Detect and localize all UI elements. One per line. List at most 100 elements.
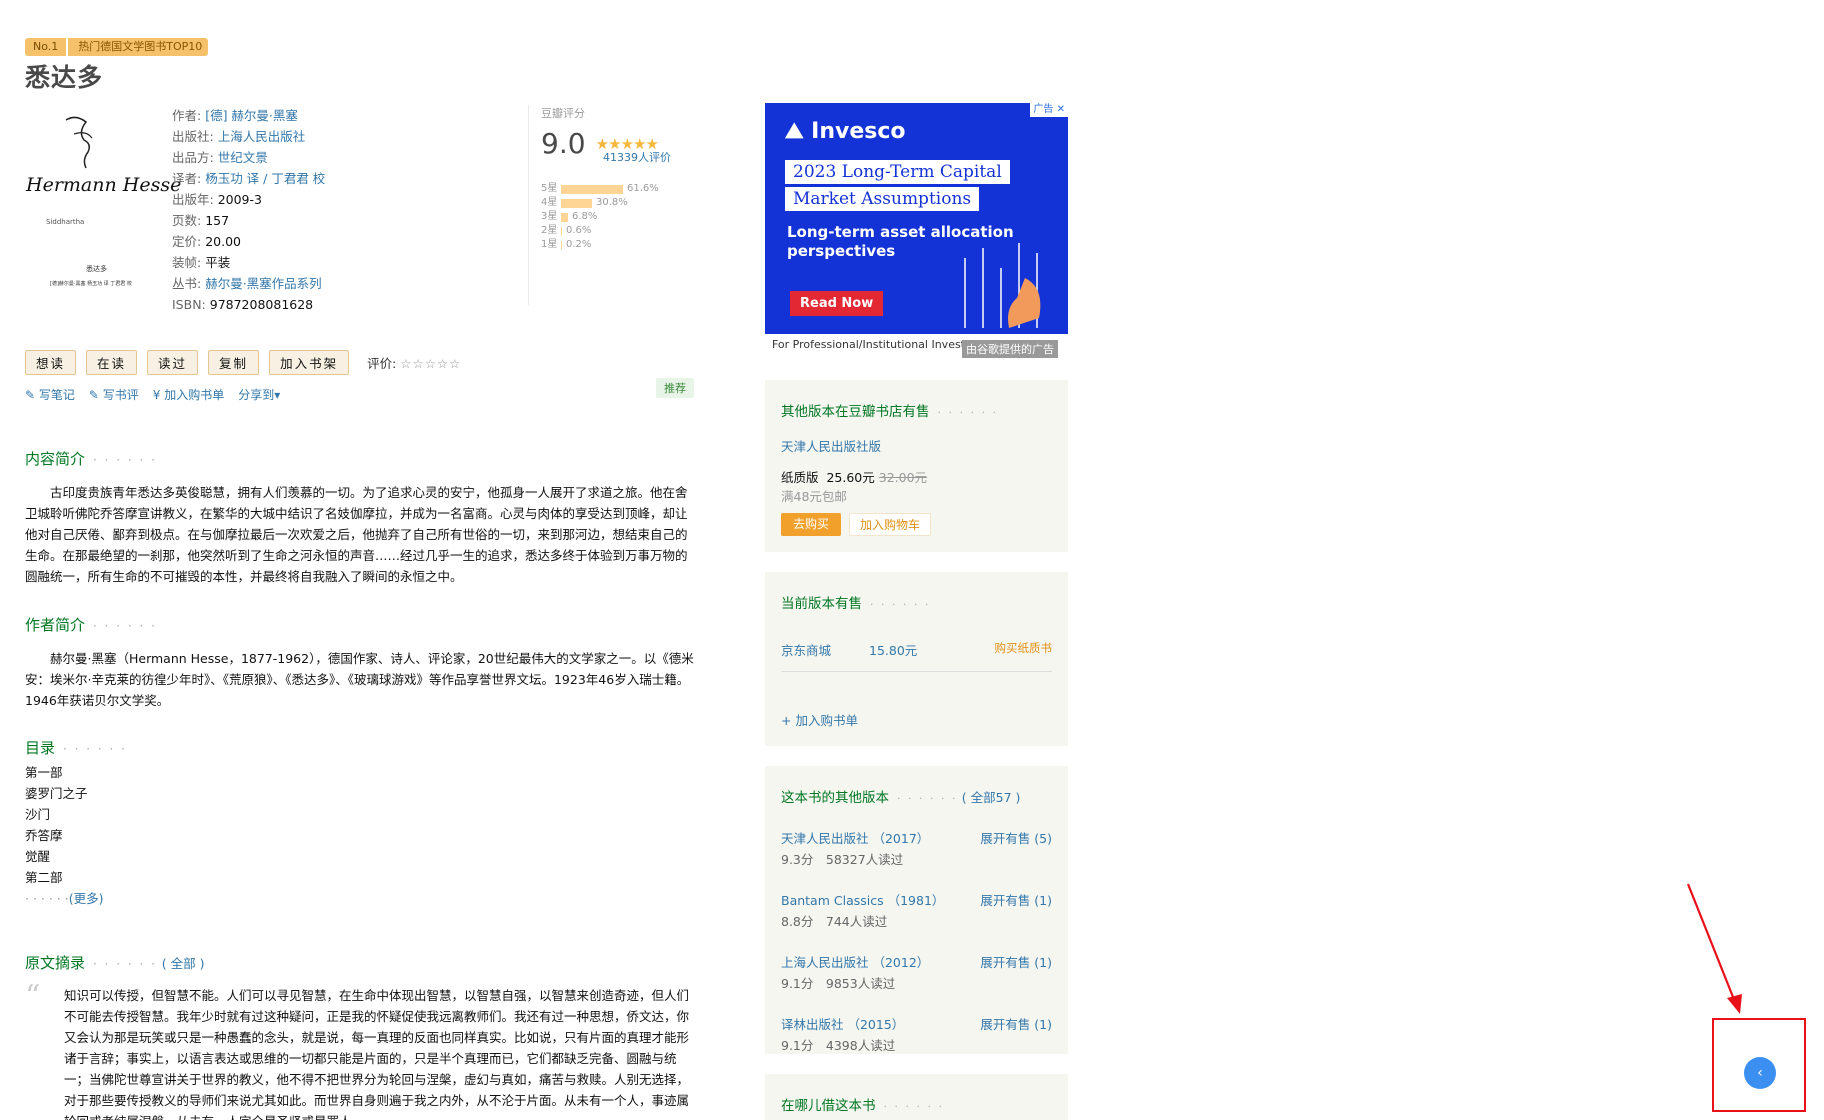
other-store-title: 其他版本在豆瓣书店有售 bbox=[781, 404, 930, 420]
rating-bar-row: 4星 30.8% bbox=[541, 196, 708, 210]
editions-dots: · · · · · · bbox=[897, 792, 958, 805]
rate-stars[interactable]: ☆☆☆☆☆ bbox=[400, 356, 461, 371]
ad-choices-chip[interactable]: 广告 ✕ bbox=[1030, 103, 1068, 117]
toc-item: 觉醒 bbox=[25, 849, 51, 864]
rating-score: 9.0 bbox=[541, 127, 586, 160]
editions-heading: 这本书的其他版本 · · · · · · ( 全部57 ) bbox=[781, 786, 1052, 806]
rating-bar-label: 2星 bbox=[541, 225, 558, 236]
rating-distribution: 5星 61.6% 4星 30.8% 3星 6.8% 2星 0.6% 1星 0.2% bbox=[541, 182, 708, 252]
rate-label: 评价: bbox=[367, 356, 397, 371]
edition-expand-link[interactable]: 展开有售 (1) bbox=[980, 890, 1052, 909]
translator-label: 译者: bbox=[172, 171, 202, 186]
producer-label: 出品方: bbox=[172, 150, 214, 165]
store-publisher-link[interactable]: 天津人民出版社版 bbox=[781, 439, 881, 454]
publisher-label: 出版社: bbox=[172, 129, 214, 144]
annotation-arrow bbox=[1686, 883, 1742, 1014]
other-version-store-panel: 其他版本在豆瓣书店有售 · · · · · · 天津人民出版社版 纸质版 25.6… bbox=[765, 380, 1068, 552]
rating-bar-label: 3星 bbox=[541, 211, 558, 222]
top-list-badge[interactable]: No.1 热门德国文学图书TOP10 bbox=[25, 38, 209, 56]
edition-item: Bantam Classics （1981） 展开有售 (1) 8.8分 744人… bbox=[781, 890, 1052, 930]
edition-link[interactable]: 上海人民出版社 （2012） bbox=[781, 952, 929, 971]
toc-title: 目录 bbox=[25, 739, 56, 757]
edition-expand-link[interactable]: 展开有售 (5) bbox=[980, 828, 1052, 847]
producer-link[interactable]: 世纪文景 bbox=[218, 150, 268, 165]
rating-bar-percent: 0.6% bbox=[566, 225, 592, 236]
toc-more-link[interactable]: (更多) bbox=[69, 891, 104, 906]
rating-bar-percent: 0.2% bbox=[566, 239, 592, 250]
edition-link[interactable]: 译林出版社 （2015） bbox=[781, 1014, 904, 1033]
cover-subtitle: Siddhartha bbox=[46, 218, 85, 226]
author-intro-text: 赫尔曼·黑塞（Hermann Hesse，1877-1962），德国作家、诗人、… bbox=[25, 651, 694, 708]
share-dropdown[interactable]: 分享到▾ bbox=[238, 386, 280, 403]
edition-expand-link[interactable]: 展开有售 (1) bbox=[980, 952, 1052, 971]
intro-dots: · · · · · · bbox=[93, 453, 157, 467]
other-editions-panel: 这本书的其他版本 · · · · · · ( 全部57 ) 天津人民出版社 （20… bbox=[765, 766, 1068, 1054]
secondary-actions: ✎ 写笔记 ✎ 写书评 ¥ 加入购书单 分享到▾ bbox=[25, 386, 280, 403]
store-price: 25.60元 bbox=[826, 470, 875, 485]
book-info: 作者: [德] 赫尔曼·黑塞 出版社: 上海人民出版社 出品方: 世纪文景 译者… bbox=[172, 105, 325, 315]
rating-bar bbox=[561, 212, 568, 222]
excerpt-dots: · · · · · · bbox=[93, 957, 157, 971]
format-label: 纸质版 bbox=[781, 470, 819, 485]
quote-icon: “ bbox=[25, 979, 41, 1014]
back-to-top-button[interactable]: ‹ bbox=[1744, 1057, 1776, 1089]
book-cover[interactable]: Hermann Hesse Siddhartha 悉达多 [德]赫尔曼·黑塞 杨… bbox=[26, 108, 181, 298]
isbn-label: ISBN: bbox=[172, 297, 206, 312]
year-value: 2009-3 bbox=[217, 192, 262, 207]
borrow-dots: · · · · · · bbox=[883, 1100, 944, 1113]
ad-read-now-button[interactable]: Read Now bbox=[790, 291, 884, 316]
add-to-shelf-button[interactable]: 加入书架 bbox=[269, 350, 350, 375]
edition-item: 天津人民出版社 （2017） 展开有售 (5) 9.3分 58327人读过 bbox=[781, 828, 1052, 868]
excerpt-text: 知识可以传授，但智慧不能。人们可以寻见智慧，在生命中体现出智慧，以智慧自强，以智… bbox=[64, 988, 690, 1120]
publisher-link[interactable]: 上海人民出版社 bbox=[218, 129, 306, 144]
translator-link[interactable]: 杨玉功 译 / 丁君君 校 bbox=[205, 171, 325, 186]
add-to-purchase-list-link[interactable]: + 加入购书单 bbox=[781, 713, 858, 728]
edition-link[interactable]: 天津人民出版社 （2017） bbox=[781, 828, 929, 847]
write-note-link[interactable]: ✎ 写笔记 bbox=[25, 386, 75, 403]
ad-banner[interactable]: ⛰ Invesco 2023 Long-Term Capital Market … bbox=[765, 103, 1068, 334]
close-icon[interactable]: ✕ bbox=[1057, 104, 1065, 115]
edition-expand-link[interactable]: 展开有售 (1) bbox=[980, 1014, 1052, 1033]
editions-title: 这本书的其他版本 bbox=[781, 790, 889, 806]
recommend-button[interactable]: 推荐 bbox=[656, 378, 694, 398]
add-to-cart-button[interactable]: 加入购物车 bbox=[849, 513, 932, 536]
rating-bar-label: 5星 bbox=[541, 183, 558, 194]
current-sale-title: 当前版本有售 bbox=[781, 596, 862, 612]
toc-dots: · · · · · · bbox=[63, 742, 127, 756]
series-link[interactable]: 赫尔曼·黑塞作品系列 bbox=[205, 276, 321, 291]
rating-count-link[interactable]: 41339人评价 bbox=[603, 149, 671, 165]
add-to-cart-list-link[interactable]: ¥ 加入购书单 bbox=[153, 386, 224, 403]
rating-bar bbox=[561, 184, 623, 194]
ad-brand-name: Invesco bbox=[811, 119, 906, 144]
cover-author-signature: Hermann Hesse bbox=[26, 174, 182, 196]
chevron-left-icon: ‹ bbox=[1757, 1065, 1763, 1081]
copy-button[interactable]: 复制 bbox=[208, 350, 260, 375]
seller-price[interactable]: 15.80元 bbox=[869, 640, 995, 659]
other-store-heading: 其他版本在豆瓣书店有售 · · · · · · bbox=[781, 400, 1052, 420]
borrow-panel: 在哪儿借这本书 · · · · · · bbox=[765, 1074, 1068, 1120]
shipping-note: 满48元包邮 bbox=[781, 489, 847, 504]
rating-bar-percent: 6.8% bbox=[572, 211, 598, 222]
ad-provider-tag: 由谷歌提供的广告 bbox=[962, 340, 1058, 358]
seller-link[interactable]: 京东商城 bbox=[781, 640, 869, 659]
write-review-link[interactable]: ✎ 写书评 bbox=[89, 386, 139, 403]
reading-button[interactable]: 在读 bbox=[86, 350, 138, 375]
have-read-button[interactable]: 读过 bbox=[147, 350, 199, 375]
rating-bar bbox=[561, 198, 592, 208]
edition-link[interactable]: Bantam Classics （1981） bbox=[781, 890, 944, 909]
go-buy-button[interactable]: 去购买 bbox=[781, 513, 842, 536]
pages-label: 页数: bbox=[172, 213, 202, 228]
borrow-title: 在哪儿借这本书 bbox=[781, 1098, 876, 1114]
rating-bar bbox=[561, 240, 562, 250]
year-label: 出版年: bbox=[172, 192, 214, 207]
editions-all-link[interactable]: ( 全部57 ) bbox=[962, 790, 1021, 805]
rank-label: No.1 bbox=[25, 38, 67, 56]
want-to-read-button[interactable]: 想读 bbox=[25, 350, 77, 375]
buy-paper-book-link[interactable]: 购买纸质书 bbox=[995, 640, 1053, 659]
excerpt-heading: 原文摘录 · · · · · · ( 全部 ) bbox=[25, 952, 204, 973]
binding-label: 装帧: bbox=[172, 255, 202, 270]
price-value: 20.00 bbox=[205, 234, 241, 249]
toc-heading: 目录 · · · · · · bbox=[25, 737, 127, 758]
author-link[interactable]: [德] 赫尔曼·黑塞 bbox=[205, 108, 298, 123]
excerpt-all-link[interactable]: ( 全部 ) bbox=[162, 956, 205, 971]
